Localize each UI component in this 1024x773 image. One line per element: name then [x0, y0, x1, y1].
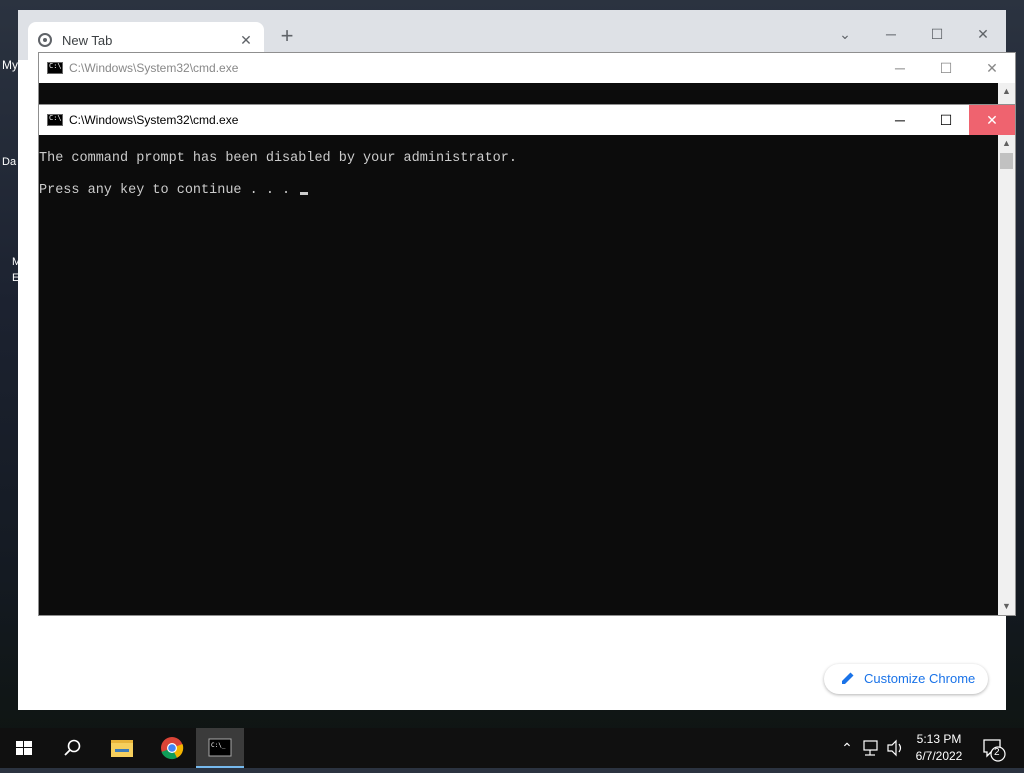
desktop-label-da[interactable]: Da [2, 156, 16, 168]
customize-chrome-button[interactable]: Customize Chrome [824, 664, 988, 694]
scroll-up-arrow-icon[interactable]: ▲ [998, 135, 1015, 152]
chrome-favicon-icon [38, 33, 52, 47]
tray-chevron-button[interactable]: ⌃ [838, 728, 856, 768]
scroll-down-arrow-icon[interactable]: ▼ [998, 598, 1015, 615]
cmd-window[interactable]: C:\Windows\System32\cmd.exe ─ ☐ ✕ The co… [38, 104, 1016, 616]
svg-text:C:\_: C:\_ [211, 742, 226, 749]
volume-icon [887, 739, 902, 757]
cmd-taskbar-button[interactable]: C:\_ [196, 728, 244, 768]
network-button[interactable] [860, 728, 882, 768]
search-icon [64, 739, 81, 756]
console-prompt-text: Press any key to continue . . . [39, 183, 299, 198]
cmd-scrollbar[interactable]: ▲ ▼ [998, 135, 1015, 615]
chrome-maximize-button[interactable]: ☐ [914, 18, 960, 50]
chrome-taskbar-button[interactable] [148, 728, 196, 768]
search-button[interactable] [48, 728, 96, 768]
cmd-back-maximize-button[interactable]: ☐ [923, 53, 969, 83]
new-tab-button[interactable]: + [274, 24, 300, 50]
desktop-label-my[interactable]: My [2, 58, 18, 72]
cmd-back-titlebar[interactable]: C:\Windows\System32\cmd.exe ─ ☐ ✕ [39, 53, 1015, 83]
clock-time: 5:13 PM [916, 732, 962, 746]
tab-close-button[interactable]: ✕ [236, 30, 256, 50]
text-cursor [300, 192, 309, 195]
cmd-app-icon [47, 114, 63, 126]
scroll-up-arrow-icon[interactable]: ▲ [998, 83, 1015, 100]
action-center-button[interactable]: 2 [978, 728, 1014, 768]
console-line-disabled: The command prompt has been disabled by … [39, 151, 517, 166]
network-icon [863, 740, 878, 756]
file-explorer-button[interactable] [98, 728, 146, 768]
clock-date: 6/7/2022 [915, 749, 963, 763]
cmd-app-icon [47, 62, 63, 74]
tab-title: New Tab [62, 33, 113, 48]
start-icon [16, 741, 32, 755]
cmd-maximize-button[interactable]: ☐ [923, 105, 969, 135]
pencil-icon [842, 672, 854, 684]
scroll-thumb[interactable] [1000, 153, 1013, 169]
clock[interactable]: 5:13 PM 6/7/2022 [910, 728, 968, 768]
console-line-press-key: Press any key to continue . . . [39, 183, 309, 198]
cmd-minimize-button[interactable]: ─ [877, 105, 923, 135]
cmd-back-minimize-button[interactable]: ─ [877, 53, 923, 83]
cmd-title: C:\Windows\System32\cmd.exe [69, 113, 239, 127]
cmd-titlebar[interactable]: C:\Windows\System32\cmd.exe ─ ☐ ✕ [39, 105, 1015, 135]
cmd-icon: C:\_ [208, 738, 232, 757]
chrome-icon [161, 737, 184, 760]
volume-button[interactable] [884, 728, 906, 768]
tab-search-button[interactable]: ⌄ [822, 18, 868, 50]
cmd-back-close-button[interactable]: ✕ [969, 53, 1015, 83]
console-output[interactable]: The command prompt has been disabled by … [39, 135, 997, 615]
cmd-back-title: C:\Windows\System32\cmd.exe [69, 61, 239, 75]
notification-count: 2 [994, 747, 1000, 758]
customize-chrome-label: Customize Chrome [864, 671, 976, 686]
chrome-minimize-button[interactable]: ─ [868, 18, 914, 50]
taskbar: C:\_ ⌃ 5:13 PM 6/7/2022 2 [0, 728, 1024, 768]
cmd-close-button[interactable]: ✕ [969, 105, 1015, 135]
file-explorer-icon [111, 740, 133, 757]
chrome-close-button[interactable]: ✕ [960, 18, 1006, 50]
start-button[interactable] [0, 728, 48, 768]
